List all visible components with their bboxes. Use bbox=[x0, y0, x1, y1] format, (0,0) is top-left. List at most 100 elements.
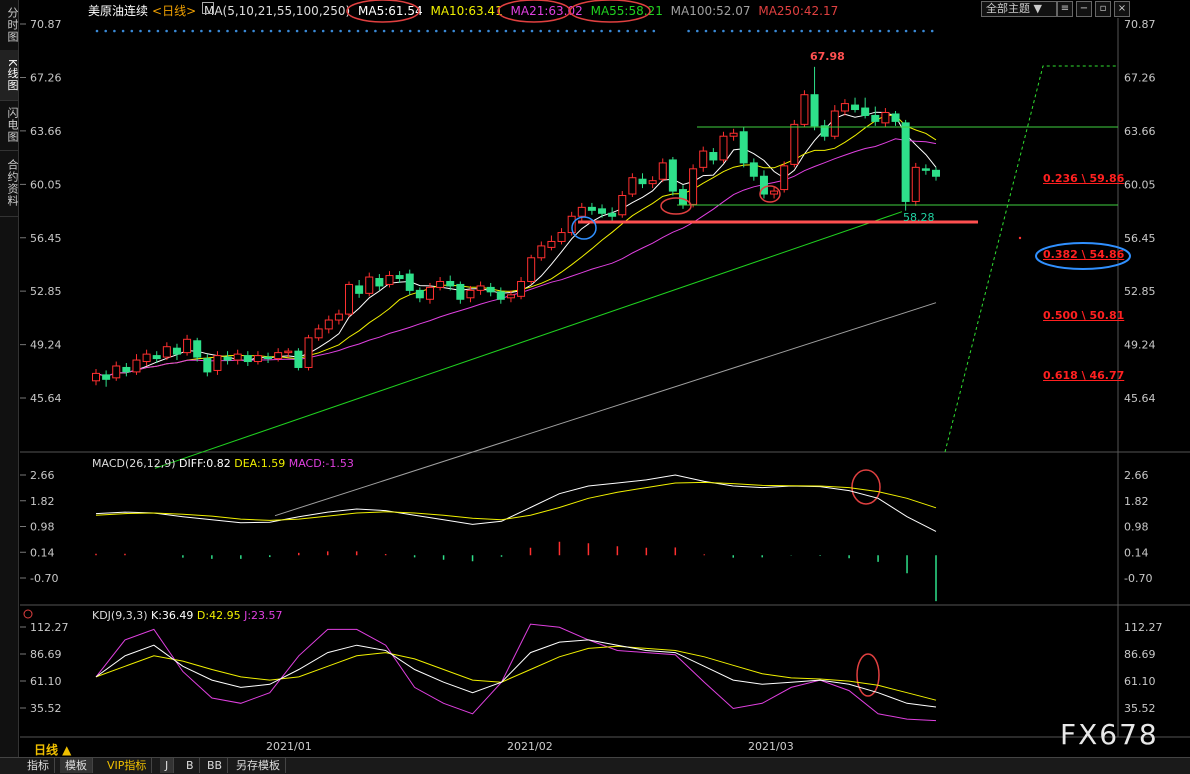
tab-vip-indicators[interactable]: VIP指标 bbox=[102, 758, 153, 773]
macd-tick-label-left-3: 0.14 bbox=[30, 546, 55, 559]
dot-mark bbox=[765, 29, 769, 33]
candle-body bbox=[770, 190, 779, 195]
dot-mark bbox=[339, 29, 342, 33]
price-tick-label-right-6: 49.24 bbox=[1124, 339, 1156, 352]
dot-mark bbox=[226, 29, 229, 33]
candle-body bbox=[506, 294, 515, 299]
dot-mark bbox=[365, 29, 369, 33]
fib-0618-label: 0.618 \ 46.77 bbox=[1043, 369, 1125, 382]
kdj-settings-icon[interactable] bbox=[23, 609, 33, 619]
candle-body bbox=[365, 276, 374, 294]
macd-histogram bbox=[95, 541, 937, 602]
candle-body bbox=[112, 365, 121, 379]
price-tick-label-right-5: 52.85 bbox=[1124, 285, 1156, 298]
dot-mark bbox=[487, 29, 490, 33]
fib-0500-label: 0.500 \ 50.81 bbox=[1043, 309, 1125, 322]
candle-body bbox=[355, 285, 364, 294]
dot-mark bbox=[904, 29, 908, 33]
dot-mark bbox=[756, 29, 760, 33]
dot-mark bbox=[356, 29, 360, 33]
ma55-line bbox=[154, 211, 903, 469]
candle-body bbox=[861, 107, 870, 116]
candle-body bbox=[304, 337, 313, 368]
candle-body bbox=[253, 355, 262, 363]
candle-body bbox=[800, 94, 809, 125]
dot-mark bbox=[147, 29, 151, 33]
candle-body bbox=[132, 359, 141, 373]
dot-mark bbox=[809, 29, 812, 33]
chart-canvas[interactable]: 70.87 70.87 67.26 67.26 63.66 63.66 60.05 60.05… bbox=[0, 0, 1190, 757]
dot-mark bbox=[522, 29, 525, 33]
price-tick-label-right-7: 45.64 bbox=[1124, 392, 1156, 405]
kdj-tick-label-right-0: 112.27 bbox=[1124, 621, 1163, 634]
dot-mark bbox=[626, 29, 629, 33]
dot-mark bbox=[556, 29, 560, 33]
macd-value: MACD:-1.53 bbox=[288, 457, 354, 470]
dot-mark bbox=[295, 29, 299, 33]
annot-ellipse-ma5 bbox=[346, 0, 420, 23]
dot-mark bbox=[913, 29, 917, 33]
dot-mark bbox=[374, 29, 377, 33]
candle-body bbox=[790, 123, 799, 165]
macd-tick-label-left-4: -0.70 bbox=[30, 572, 58, 585]
dot-mark bbox=[304, 29, 308, 33]
tab-b[interactable]: B bbox=[181, 758, 200, 773]
macd-tick-label-left-1: 1.82 bbox=[30, 495, 55, 508]
dot-mark bbox=[208, 29, 212, 33]
dot-mark bbox=[278, 29, 282, 33]
candle-body bbox=[577, 206, 586, 217]
dot-mark bbox=[400, 29, 403, 33]
candle-body bbox=[334, 313, 343, 321]
tab-templates[interactable]: 模板 bbox=[60, 758, 93, 773]
dot-mark bbox=[713, 29, 716, 33]
price-tick-label-left-0: 70.87 bbox=[30, 18, 62, 31]
annot-ellipse-ma55 bbox=[569, 0, 651, 23]
macd-dea: DEA:1.59 bbox=[234, 457, 286, 470]
kdj-tick-label-left-1: 86.69 bbox=[30, 648, 62, 661]
dot-mark bbox=[826, 29, 830, 33]
annot-ellipse-ma21 bbox=[497, 0, 571, 23]
tab-bb[interactable]: BB bbox=[202, 758, 229, 773]
dot-mark bbox=[348, 29, 351, 33]
macd-tick-label-right-2: 0.98 bbox=[1124, 521, 1149, 534]
candle-body bbox=[415, 289, 424, 299]
tab-indicators[interactable]: 指标 bbox=[22, 758, 55, 773]
candle-body bbox=[172, 347, 181, 355]
dot-mark bbox=[852, 29, 856, 33]
dot-mark bbox=[313, 29, 316, 33]
candle-body bbox=[739, 131, 748, 164]
date-label-jan: 2021/01 bbox=[266, 740, 312, 753]
dot-mark bbox=[382, 29, 386, 33]
dot-mark bbox=[774, 29, 777, 33]
price-tick-label-right-3: 60.05 bbox=[1124, 178, 1156, 191]
candle-body bbox=[152, 355, 161, 360]
price-tick-label-right-2: 63.66 bbox=[1124, 125, 1156, 138]
kdj-title: KDJ(9,3,3) bbox=[92, 609, 148, 622]
candle-body bbox=[375, 278, 384, 287]
dot-mark bbox=[182, 29, 186, 33]
candle-body bbox=[395, 275, 404, 280]
dot-mark bbox=[243, 29, 247, 33]
candle-body bbox=[598, 208, 607, 214]
candle-body bbox=[324, 319, 333, 330]
candle-body bbox=[162, 346, 171, 358]
dot-mark bbox=[722, 29, 725, 33]
candle-body bbox=[608, 212, 617, 217]
period-selector[interactable]: 日线 ▲ bbox=[34, 741, 71, 758]
candle-body bbox=[436, 280, 445, 288]
macd-tick-label-right-3: 0.14 bbox=[1124, 546, 1149, 559]
tab-save-template[interactable]: 另存模板 bbox=[231, 758, 286, 773]
dot-mark bbox=[504, 29, 508, 33]
candle-body bbox=[689, 168, 698, 205]
fib-0236-label: 0.236 \ 59.86 bbox=[1043, 172, 1125, 185]
candle-body bbox=[203, 358, 212, 373]
macd-diff-line bbox=[95, 474, 937, 532]
candle-body bbox=[759, 175, 768, 195]
candle-body bbox=[456, 283, 465, 300]
price-tick-label-right-1: 67.26 bbox=[1124, 72, 1156, 85]
candle-body bbox=[658, 162, 667, 180]
ma10-line bbox=[95, 114, 937, 377]
price-tick-label-left-6: 49.24 bbox=[30, 339, 62, 352]
tab-j[interactable]: J bbox=[160, 758, 175, 773]
dot-mark bbox=[922, 29, 925, 33]
